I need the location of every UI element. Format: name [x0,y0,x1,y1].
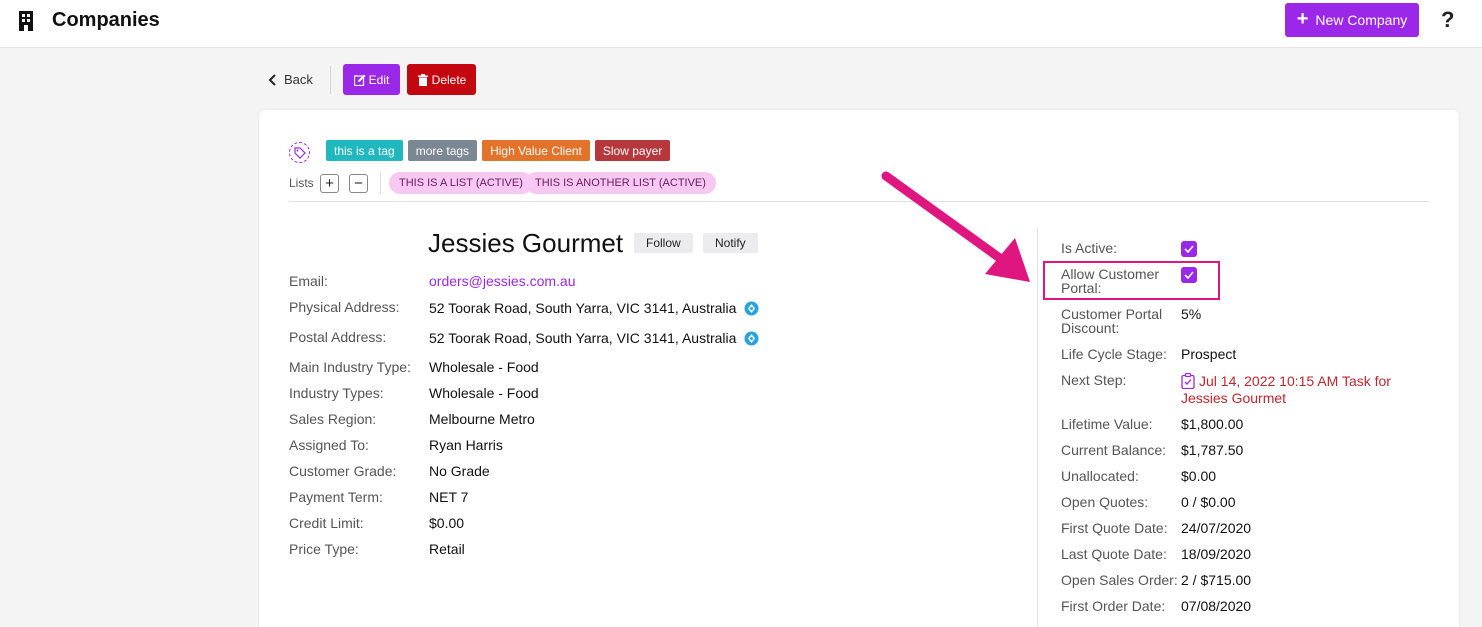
next-step-link[interactable]: Jul 14, 2022 10:15 AM Task for Jessies G… [1181,373,1411,407]
new-company-label: New Company [1315,12,1408,28]
detail-label: Industry Types: [289,385,384,401]
side-value: 2 / $715.00 [1181,572,1252,588]
detail-label: Email: [289,273,328,289]
back-label: Back [284,72,313,87]
detail-label: Customer Grade: [289,463,397,479]
follow-button[interactable]: Follow [634,233,693,253]
side-label: Lifetime Value: [1061,416,1153,432]
chevron-left-icon [268,73,276,86]
side-label: Open Quotes: [1061,494,1149,510]
lists-label: Lists [289,176,314,190]
postal-address-value: 52 Toorak Road, South Yarra, VIC 3141, A… [429,330,759,346]
notify-button[interactable]: Notify [703,233,758,253]
detail-label: Price Type: [289,541,359,557]
list-chip[interactable]: THIS IS A LIST (ACTIVE) [389,172,533,194]
email-link[interactable]: orders@jessies.com.au [429,273,576,289]
is-active-checkbox[interactable] [1181,241,1197,257]
side-value: $0.00 [1181,468,1217,484]
trash-icon [417,73,428,86]
side-value: 07/08/2020 [1181,598,1252,614]
side-value: $1,787.50 [1181,442,1244,458]
edit-icon [353,74,366,86]
side-value: 0 / $0.00 [1181,494,1236,510]
detail-label: Payment Term: [289,489,383,505]
check-icon [1184,245,1194,253]
detail-value: Ryan Harris [429,437,503,453]
physical-address-value: 52 Toorak Road, South Yarra, VIC 3141, A… [429,300,759,316]
section-divider [289,201,1429,202]
top-bar: Companies + New Company ? [0,0,1482,48]
side-label: Unallocated: [1061,468,1139,484]
company-name: Jessies Gourmet [428,228,624,258]
address-text: 52 Toorak Road, South Yarra, VIC 3141, A… [429,330,737,346]
detail-label: Sales Region: [289,411,377,427]
detail-value: Wholesale - Food [429,359,539,375]
side-value: 18/09/2020 [1181,546,1252,562]
remove-list-button[interactable]: − [349,174,368,193]
detail-value: No Grade [429,463,490,479]
discount-value: 5% [1181,306,1202,322]
discount-label-line: Discount: [1061,320,1120,336]
directions-icon[interactable] [744,331,759,346]
directions-icon[interactable] [744,301,759,316]
detail-value: Melbourne Metro [429,411,535,427]
lists-divider [380,172,381,194]
annotation-arrow-icon [881,171,1030,282]
side-label: First Quote Date: [1061,520,1168,536]
edit-button[interactable]: Edit [343,64,400,95]
side-label: Current Balance: [1061,442,1167,458]
side-value: $1,800.00 [1181,416,1244,432]
detail-label: Credit Limit: [289,515,364,531]
page-title: Companies [52,9,160,31]
plus-icon: + [1296,8,1309,30]
highlight-annotation [1043,261,1220,300]
detail-value: $0.00 [429,515,465,531]
add-list-button[interactable]: + [320,174,339,193]
delete-label: Delete [431,72,467,87]
edit-label: Edit [368,72,390,87]
new-company-button[interactable]: + New Company [1285,3,1419,37]
action-divider [330,66,331,94]
tag-list: this is a tag more tags High Value Clien… [326,140,671,161]
side-label: Last Quote Date: [1061,546,1167,562]
lifecycle-label: Life Cycle Stage: [1061,346,1167,362]
is-active-label: Is Active: [1061,240,1118,256]
detail-label: Main Industry Type: [289,359,411,375]
tag-chip[interactable]: Slow payer [594,140,671,161]
building-icon [19,11,33,31]
side-label: Open Sales Order: [1061,572,1178,588]
side-label: First Order Date: [1061,598,1166,614]
lifecycle-value: Prospect [1181,346,1237,362]
discount-label: Customer Portal Discount: [1061,307,1162,335]
detail-label: Postal Address: [289,329,387,345]
detail-value: NET 7 [429,489,469,505]
discount-label-line: Customer Portal [1061,306,1163,322]
side-value: 24/07/2020 [1181,520,1252,536]
help-icon[interactable]: ? [1441,7,1454,33]
tag-shape-icon [293,146,306,159]
detail-value: Retail [429,541,465,557]
detail-label: Physical Address: [289,299,400,315]
detail-label: Assigned To: [289,437,369,453]
detail-value: Wholesale - Food [429,385,539,401]
tag-chip[interactable]: High Value Client [482,140,590,161]
next-step-label: Next Step: [1061,372,1127,388]
tag-icon[interactable] [289,142,310,163]
list-chip[interactable]: THIS IS ANOTHER LIST (ACTIVE) [525,172,716,194]
delete-button[interactable]: Delete [407,64,476,95]
address-text: 52 Toorak Road, South Yarra, VIC 3141, A… [429,300,737,316]
back-link[interactable]: Back [268,72,313,87]
tag-chip[interactable]: more tags [407,140,478,161]
clipboard-icon [1181,373,1195,389]
next-step-text: Jul 14, 2022 10:15 AM Task for Jessies G… [1181,373,1391,406]
tag-chip[interactable]: this is a tag [326,140,403,161]
